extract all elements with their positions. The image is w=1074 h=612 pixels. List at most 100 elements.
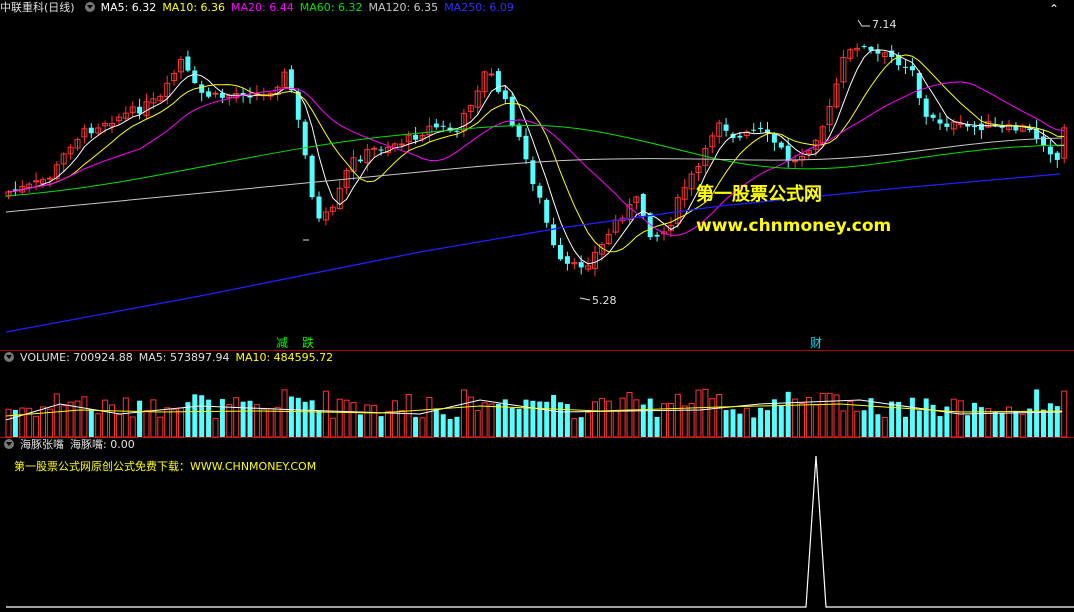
- indicator-spike-line: [6, 455, 1074, 608]
- volume-bar: [916, 410, 922, 437]
- candle-body: [88, 127, 94, 134]
- candle-body: [978, 123, 984, 131]
- candle-body: [371, 147, 378, 150]
- volume-bar: [992, 412, 998, 437]
- volume-bar: [1034, 389, 1040, 437]
- candle-body: [751, 129, 757, 131]
- volume-bar: [405, 393, 412, 438]
- volume-bar: [564, 403, 570, 437]
- candle-body: [578, 262, 584, 268]
- volume-bar: [240, 401, 246, 437]
- volume-bar: [758, 407, 764, 437]
- volume-bar: [357, 414, 363, 437]
- candle-body: [972, 126, 977, 128]
- volume-bar: [460, 389, 467, 438]
- volume-bar: [385, 411, 391, 438]
- volume-bar: [67, 401, 74, 438]
- volume-bar: [840, 410, 847, 438]
- volume-bar: [60, 405, 67, 438]
- volume-bar: [854, 410, 861, 438]
- volume-bar: [812, 404, 819, 438]
- volume-bar: [509, 407, 515, 437]
- volume-bar: [937, 416, 943, 437]
- volume-bar: [150, 399, 157, 438]
- volume-bar: [137, 400, 143, 437]
- volume-bar: [413, 417, 419, 437]
- volume-bar: [398, 410, 405, 438]
- candle-body: [758, 127, 764, 129]
- volume-bar: [702, 388, 709, 438]
- volume-bar: [551, 394, 557, 437]
- candle-body: [33, 180, 40, 183]
- volume-bar: [585, 411, 592, 438]
- volume-bar: [1061, 390, 1068, 438]
- volume-bar: [109, 404, 115, 438]
- candle-body: [302, 121, 308, 156]
- volume-bar: [826, 392, 833, 438]
- candle-body: [199, 84, 205, 93]
- high-price-label: 7.14: [872, 18, 897, 31]
- volume-bar: [391, 400, 398, 438]
- volume-bar: [40, 406, 46, 438]
- volume-bar: [219, 399, 225, 437]
- volume-bar: [654, 416, 660, 437]
- volume-bar: [530, 400, 536, 437]
- candle-body: [640, 193, 646, 217]
- candle-body: [909, 66, 915, 71]
- volume-bar: [474, 410, 481, 438]
- volume-bar: [81, 396, 88, 438]
- stock-chart-canvas[interactable]: [0, 0, 1074, 612]
- volume-bar: [129, 416, 136, 438]
- volume-bar: [751, 417, 757, 437]
- volume-bar: [295, 397, 301, 437]
- annotation-cai: 财: [810, 336, 823, 350]
- candle-body: [413, 134, 419, 140]
- volume-bar: [544, 401, 550, 437]
- candle-body: [440, 125, 446, 127]
- candle-body: [185, 56, 191, 71]
- volume-bar: [605, 400, 612, 438]
- candle-body: [206, 91, 212, 97]
- volume-bar: [861, 410, 867, 437]
- volume-bar: [178, 407, 184, 438]
- candle-body: [454, 130, 460, 132]
- volume-bar: [364, 404, 371, 438]
- volume-bar: [965, 415, 971, 437]
- candle-body: [723, 124, 729, 131]
- volume-bar: [896, 401, 902, 437]
- candle-body: [944, 123, 950, 127]
- volume-bar: [5, 408, 12, 438]
- candle-body: [544, 199, 550, 223]
- volume-bar: [1013, 410, 1019, 437]
- volume-bar: [868, 398, 874, 437]
- volume-bar: [523, 399, 529, 437]
- volume-bar: [309, 400, 315, 437]
- candle-body: [875, 50, 881, 54]
- candle-body: [771, 134, 777, 143]
- volume-bar: [95, 413, 102, 438]
- candle-body: [923, 98, 929, 117]
- candle-body: [1047, 146, 1053, 155]
- volume-bar: [909, 397, 915, 437]
- volume-bar: [247, 400, 253, 437]
- watermark-site-name: 第一股票公式网: [696, 184, 822, 205]
- volume-bar: [378, 416, 384, 437]
- volume-bar: [157, 416, 164, 438]
- watermark-url: www.chnmoney.com: [696, 216, 892, 236]
- volume-bar: [881, 416, 888, 438]
- volume-bar: [302, 401, 308, 437]
- volume-bar: [488, 403, 495, 438]
- candle-body: [564, 256, 570, 264]
- volume-bar: [674, 393, 681, 438]
- candle-body: [916, 72, 922, 99]
- ma250-line: [5, 173, 1061, 333]
- volume-bar: [737, 413, 743, 437]
- volume-bar: [778, 404, 784, 437]
- volume-bar: [771, 399, 777, 437]
- volume-bar: [316, 410, 322, 437]
- volume-bar: [454, 416, 460, 437]
- volume-bar: [53, 393, 60, 438]
- volume-bar: [115, 413, 122, 438]
- volume-bar: [206, 399, 212, 437]
- volume-bar: [19, 407, 26, 438]
